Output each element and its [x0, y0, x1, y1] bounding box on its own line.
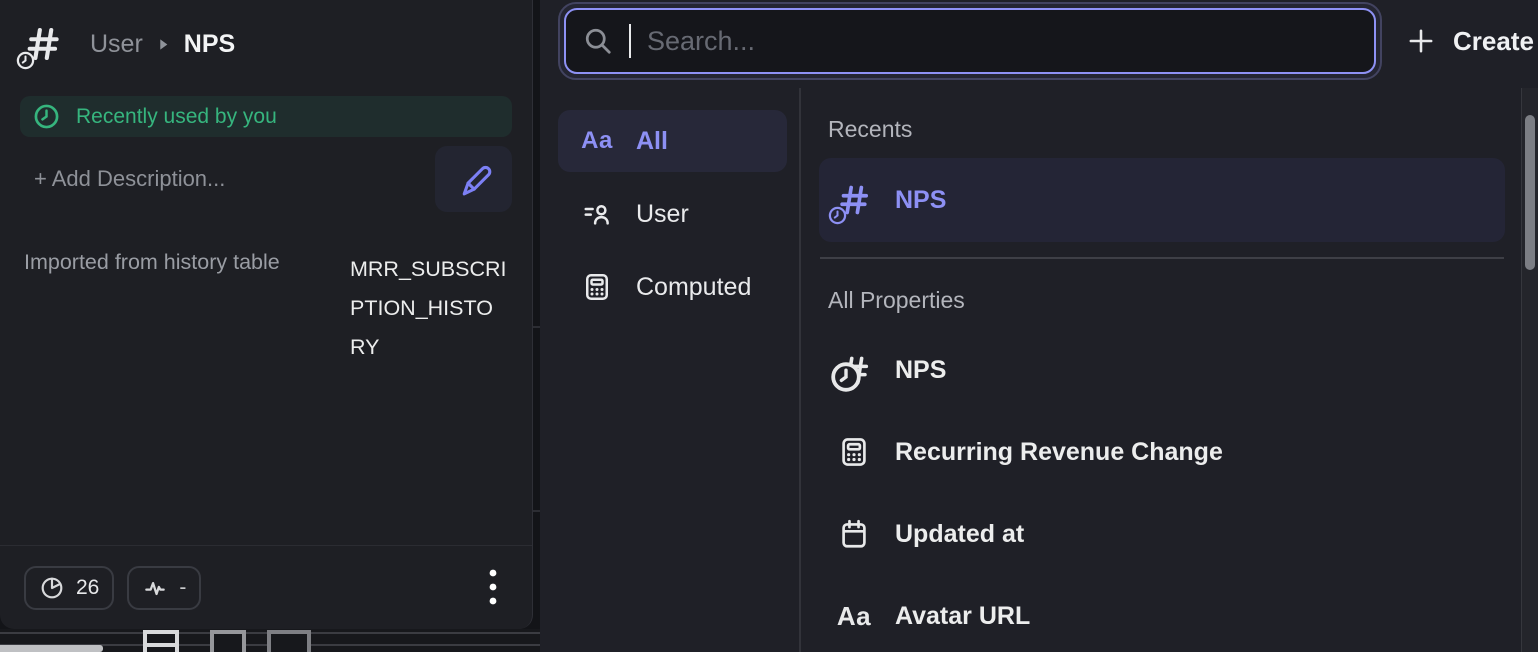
count-value: 26: [76, 576, 99, 600]
description-row: + Add Description...: [20, 146, 512, 212]
clock-icon: [33, 103, 60, 130]
tab-user-label: User: [636, 200, 689, 229]
breadcrumb-current: NPS: [184, 30, 235, 59]
recent-item-label: NPS: [895, 186, 946, 215]
filter-tabs: Aa All User: [558, 110, 787, 318]
property-item-label: NPS: [895, 356, 946, 385]
add-description-button[interactable]: + Add Description...: [20, 166, 225, 192]
text-cursor: [629, 24, 631, 58]
section-divider: [820, 257, 1504, 259]
modal-body: Aa All User: [540, 88, 1538, 652]
background-shape: [143, 630, 179, 652]
property-item-label: Updated at: [895, 520, 1024, 549]
property-item-label: Recurring Revenue Change: [895, 438, 1223, 467]
panel-header: User NPS: [20, 18, 512, 70]
edit-button[interactable]: [435, 146, 512, 212]
recent-item-nps[interactable]: NPS: [819, 158, 1505, 242]
search-bar[interactable]: [564, 8, 1376, 74]
create-button[interactable]: Create: [1406, 20, 1534, 62]
background-content: [0, 629, 540, 652]
create-button-label: Create: [1453, 26, 1534, 57]
background-bar: [0, 645, 103, 652]
panel-footer: 26 -: [0, 545, 532, 629]
all-properties-section-title: All Properties: [828, 287, 1496, 314]
user-list-icon: [579, 199, 615, 229]
tab-all[interactable]: Aa All: [558, 110, 787, 172]
vertical-divider: [799, 88, 801, 652]
search-icon: [583, 26, 613, 56]
property-item-updated-at[interactable]: Updated at: [819, 493, 1505, 575]
scrollbar-track[interactable]: [1521, 88, 1538, 652]
calendar-icon: [832, 518, 876, 550]
plus-icon: [1406, 26, 1436, 56]
tab-computed-label: Computed: [636, 273, 751, 302]
pie-chart-icon: [39, 575, 65, 601]
property-item-avatar-url[interactable]: Aa Avatar URL: [819, 575, 1505, 652]
recents-section-title: Recents: [828, 116, 1496, 143]
imported-from-label: Imported from history table: [24, 250, 280, 367]
kebab-menu-icon: [489, 568, 497, 608]
scrollbar-thumb[interactable]: [1525, 115, 1535, 270]
background-line: [533, 326, 540, 328]
trend-value: -: [179, 576, 186, 600]
property-item-recurring-revenue-change[interactable]: Recurring Revenue Change: [819, 411, 1505, 493]
results-list: Recents NPS All Properties: [819, 88, 1505, 652]
background-line: [533, 510, 540, 512]
activity-icon: [142, 575, 168, 601]
distribution-count-button[interactable]: 26: [24, 566, 114, 610]
trend-button[interactable]: -: [127, 566, 201, 610]
property-details-panel: User NPS Recently used by you + Add Desc…: [0, 0, 533, 629]
properties-group: NPS Recurring Revenue Change: [819, 329, 1505, 652]
property-item-nps[interactable]: NPS: [819, 329, 1505, 411]
tab-computed[interactable]: Computed: [558, 256, 787, 318]
calculator-icon: [579, 272, 615, 302]
property-search-modal: Create Aa All User: [540, 0, 1538, 652]
search-input[interactable]: [647, 26, 1357, 57]
chevron-right-icon: [157, 37, 170, 52]
background-shape: [210, 630, 246, 652]
background-shape: [267, 630, 311, 652]
recently-used-label: Recently used by you: [76, 105, 277, 129]
tab-all-label: All: [636, 127, 668, 156]
numeric-property-clock-icon: [832, 178, 876, 222]
numeric-property-clock-icon: [832, 350, 876, 390]
breadcrumb-parent[interactable]: User: [90, 30, 143, 59]
search-focus-ring: [558, 2, 1382, 80]
app-root: User NPS Recently used by you + Add Desc…: [0, 0, 1538, 652]
imported-from-row: Imported from history table MRR_SUBSCRIP…: [20, 250, 512, 367]
tab-user[interactable]: User: [558, 183, 787, 245]
more-options-button[interactable]: [478, 565, 508, 611]
imported-from-value: MRR_SUBSCRIPTION_HISTORY: [350, 250, 508, 367]
text-type-icon: Aa: [832, 601, 876, 632]
text-type-icon: Aa: [579, 127, 615, 155]
numeric-property-clock-icon: [20, 21, 66, 67]
pencil-icon: [456, 161, 492, 197]
breadcrumb: User NPS: [90, 30, 235, 59]
property-item-label: Avatar URL: [895, 602, 1030, 631]
recently-used-badge: Recently used by you: [20, 96, 512, 137]
calculator-icon: [832, 436, 876, 468]
